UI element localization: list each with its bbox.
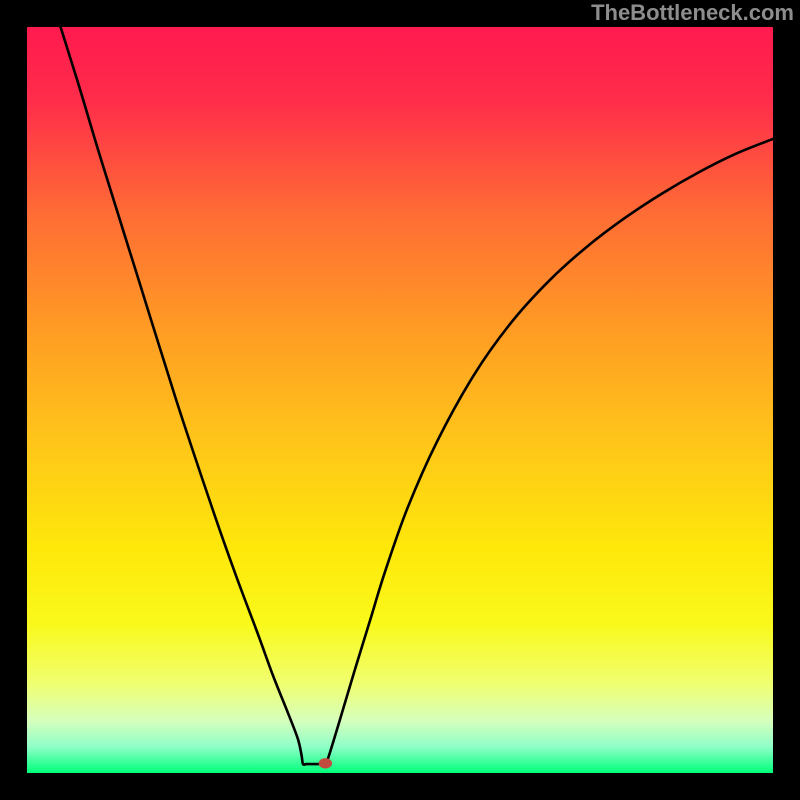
min-marker-icon (319, 758, 332, 768)
chart-frame: TheBottleneck.com (0, 0, 800, 800)
bottleneck-curve (61, 27, 773, 765)
plot-area (27, 27, 773, 773)
curve-layer (27, 27, 773, 773)
watermark-label: TheBottleneck.com (591, 0, 794, 26)
